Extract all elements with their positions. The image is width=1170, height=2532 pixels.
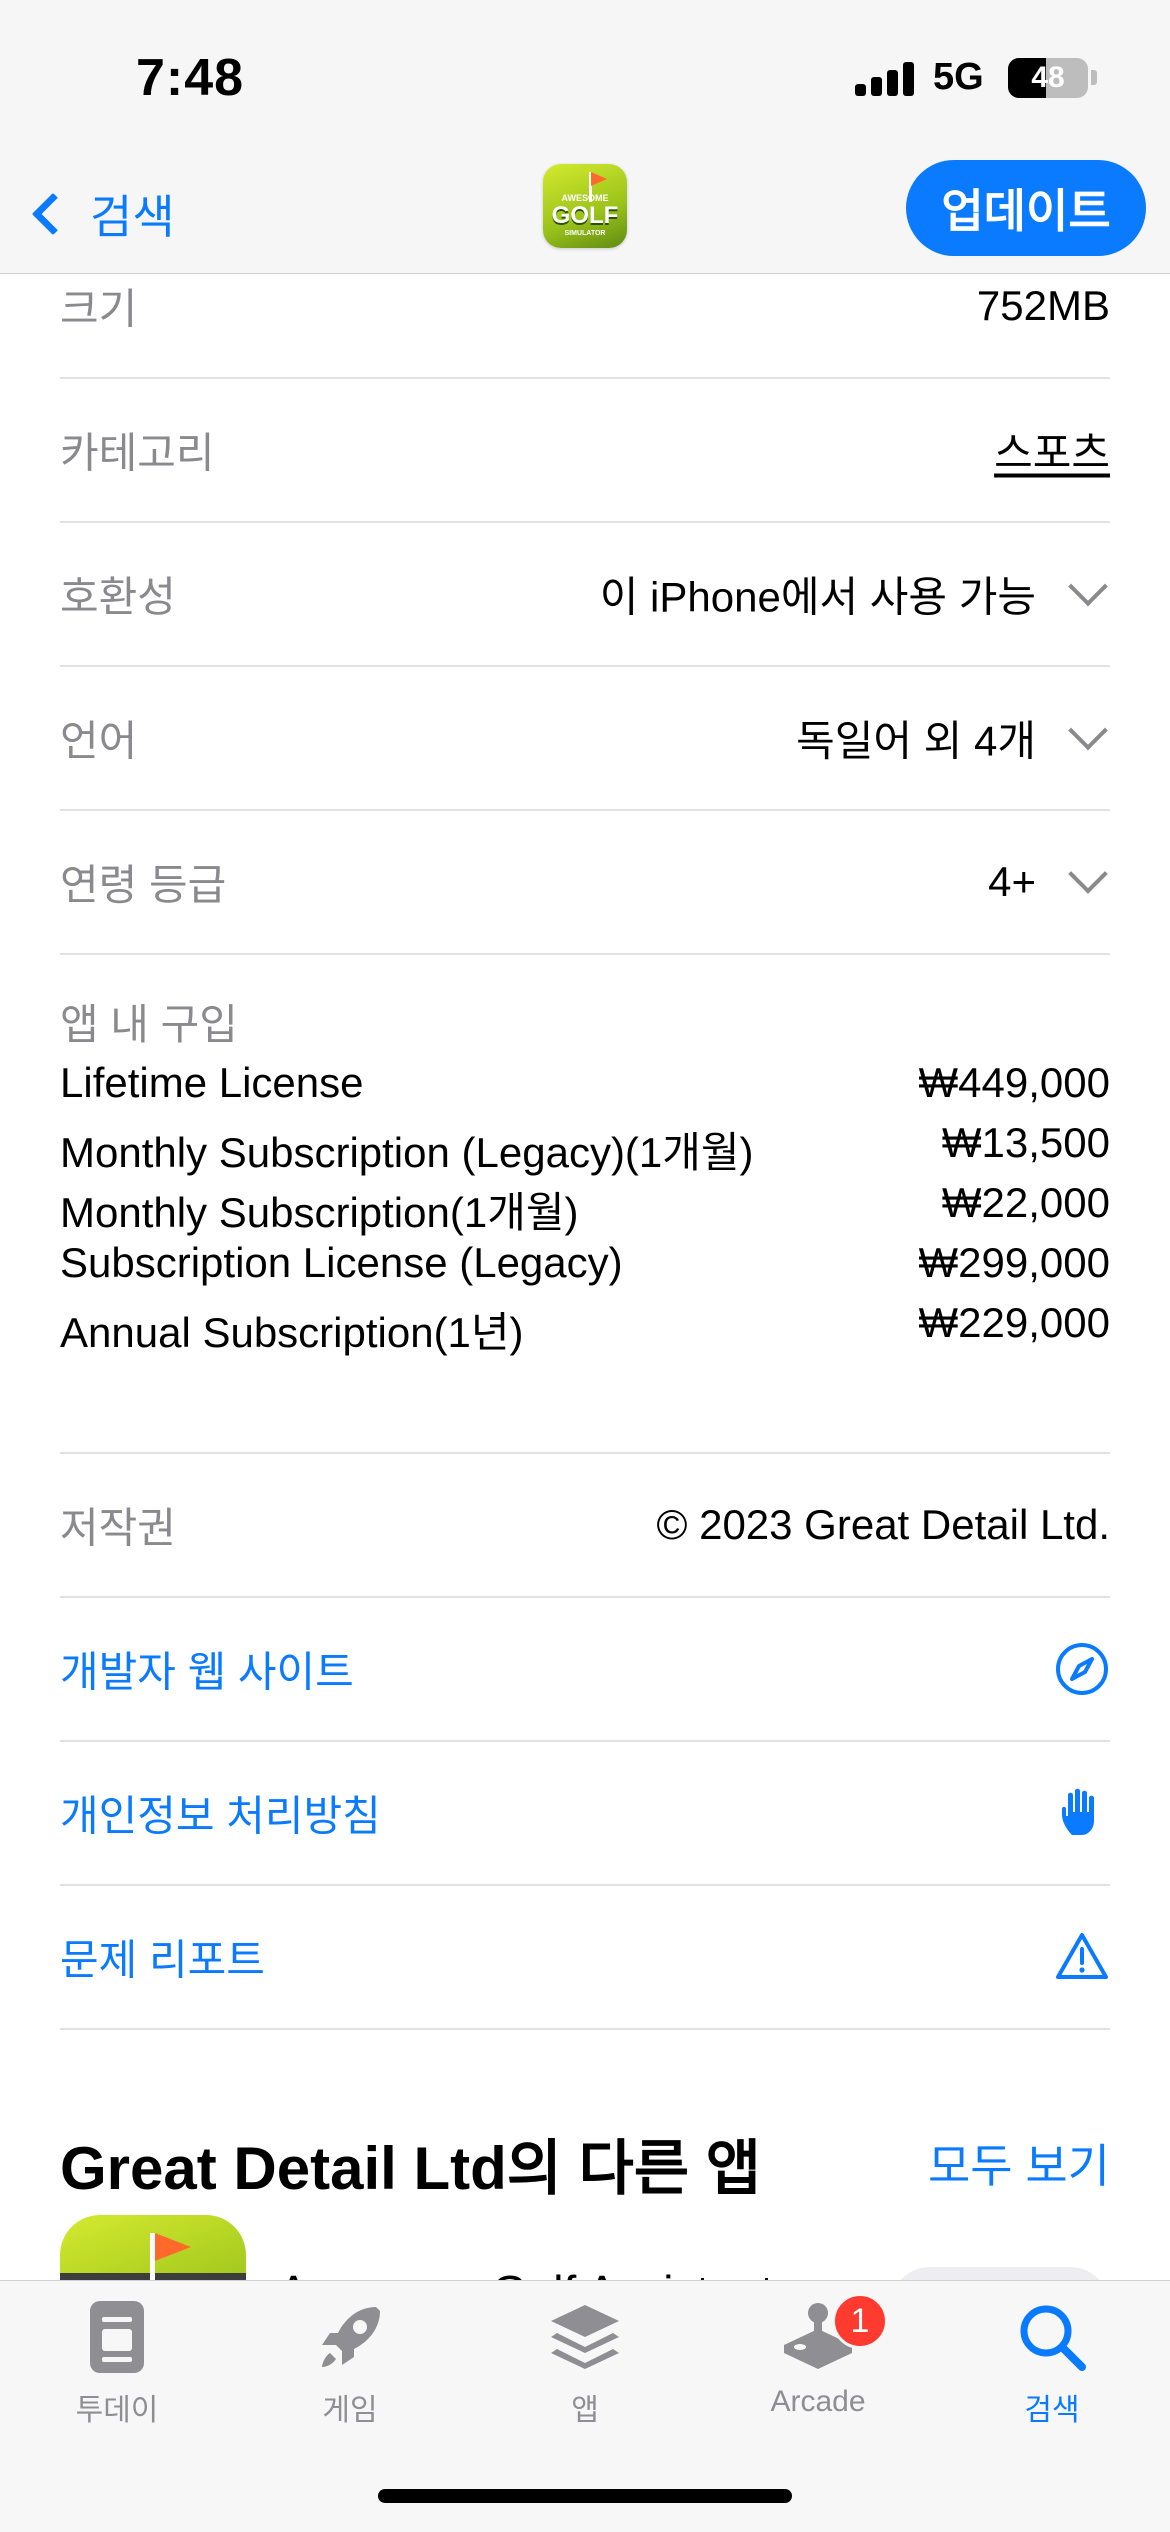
tab-today[interactable]: 투데이 bbox=[37, 2297, 197, 2437]
in-app-purchases: 앱 내 구입 Lifetime License ₩449,000 Monthly… bbox=[60, 993, 1110, 1356]
status-bar: 7:48 5G 48 bbox=[0, 0, 1170, 160]
info-value-wrap: 독일어 외 4개 bbox=[796, 708, 1110, 769]
iap-name: Monthly Subscription (Legacy)(1개월) bbox=[60, 1129, 754, 1176]
info-label: 크기 bbox=[60, 285, 138, 333]
link-label: 문제 리포트 bbox=[60, 1936, 265, 1984]
tab-label: Arcade bbox=[770, 2385, 866, 2418]
info-value: 이 iPhone에서 사용 가능 bbox=[599, 573, 1036, 621]
iap-price: ₩299,000 bbox=[918, 1239, 1110, 1286]
iap-item: Lifetime License ₩449,000 bbox=[60, 1059, 1110, 1119]
notification-badge: 1 bbox=[832, 2293, 888, 2349]
today-icon bbox=[90, 2301, 144, 2373]
related-app-name: Awesome Golf Assistant bbox=[278, 2265, 773, 2280]
iap-name: Annual Subscription(1년) bbox=[60, 1309, 524, 1356]
chevron-left-icon bbox=[31, 192, 75, 236]
battery-tip bbox=[1091, 70, 1097, 85]
rocket-icon bbox=[322, 2307, 380, 2367]
status-time: 7:48 bbox=[136, 49, 245, 107]
info-label: 카테고리 bbox=[60, 429, 215, 477]
iap-price: ₩449,000 bbox=[918, 1059, 1110, 1106]
tab-apps[interactable]: 앱 bbox=[505, 2297, 665, 2437]
info-value: 752MB bbox=[976, 282, 1110, 329]
iap-item: Subscription License (Legacy) ₩299,000 bbox=[60, 1239, 1110, 1299]
tab-search[interactable]: 검색 bbox=[972, 2297, 1132, 2437]
info-row-size: 크기 752MB bbox=[60, 275, 1110, 379]
iap-price: ₩22,000 bbox=[941, 1179, 1110, 1226]
chevron-down-icon bbox=[1068, 854, 1108, 894]
iap-price: ₩229,000 bbox=[918, 1299, 1110, 1346]
report-problem-link[interactable]: 문제 리포트 bbox=[60, 1886, 1110, 2030]
related-app-get-button[interactable] bbox=[890, 2267, 1110, 2280]
info-value: 4+ bbox=[988, 858, 1036, 905]
info-row-languages[interactable]: 언어 독일어 외 4개 bbox=[60, 667, 1110, 811]
info-label: 호환성 bbox=[60, 573, 176, 621]
app-information-section: 크기 752MB 카테고리 스포츠 호환성 이 iPhone에서 사용 가능 언… bbox=[0, 275, 1170, 2280]
battery-percentage: 48 bbox=[1031, 61, 1065, 94]
home-indicator bbox=[378, 2489, 792, 2503]
warning-icon bbox=[1056, 1933, 1108, 1979]
tab-games[interactable]: 게임 bbox=[270, 2297, 430, 2437]
tab-label: 게임 bbox=[322, 2394, 378, 2427]
info-value-wrap: 4+ bbox=[988, 854, 1110, 906]
search-icon bbox=[1020, 2305, 1086, 2371]
related-app-icon bbox=[60, 2215, 246, 2280]
back-button[interactable]: 검색 bbox=[24, 174, 175, 254]
iap-name: Lifetime License bbox=[60, 1059, 364, 1106]
info-value: © 2023 Great Detail Ltd. bbox=[656, 1501, 1110, 1548]
info-label: 언어 bbox=[60, 717, 138, 765]
navigation-bar: 검색 AWESOME GOLF SIMULATOR 업데이트 bbox=[0, 160, 1170, 274]
info-row-copyright: 저작권 © 2023 Great Detail Ltd. bbox=[60, 1454, 1110, 1598]
update-button[interactable]: 업데이트 bbox=[906, 160, 1146, 256]
tab-label: 투데이 bbox=[75, 2394, 159, 2427]
compass-icon bbox=[1056, 1643, 1108, 1695]
cellular-signal-icon bbox=[855, 62, 915, 96]
apps-stack-icon bbox=[551, 2305, 619, 2369]
back-button-label: 검색 bbox=[90, 191, 175, 243]
tab-label: 검색 bbox=[1024, 2394, 1080, 2427]
iap-item: Monthly Subscription (Legacy)(1개월) ₩13,5… bbox=[60, 1119, 1110, 1179]
info-label: 저작권 bbox=[60, 1504, 176, 1552]
info-label: 연령 등급 bbox=[60, 861, 227, 909]
info-row-category: 카테고리 스포츠 bbox=[60, 379, 1110, 523]
related-app-item[interactable]: Awesome Golf Assistant bbox=[60, 2215, 1110, 2280]
privacy-policy-link[interactable]: 개인정보 처리방침 bbox=[60, 1742, 1110, 1886]
chevron-down-icon bbox=[1068, 710, 1108, 750]
iap-title: 앱 내 구입 bbox=[60, 1001, 238, 1048]
iap-list: Lifetime License ₩449,000 Monthly Subscr… bbox=[60, 1059, 1110, 1359]
tab-label: 앱 bbox=[571, 2394, 599, 2427]
battery-icon: 48 bbox=[1008, 58, 1088, 98]
iap-name: Monthly Subscription(1개월) bbox=[60, 1189, 579, 1236]
chevron-down-icon bbox=[1068, 566, 1108, 606]
info-row-compatibility[interactable]: 호환성 이 iPhone에서 사용 가능 bbox=[60, 523, 1110, 667]
tab-arcade[interactable]: 1 Arcade bbox=[738, 2293, 898, 2437]
iap-name: Subscription License (Legacy) bbox=[60, 1239, 623, 1286]
network-type: 5G bbox=[933, 56, 984, 98]
hand-icon bbox=[1062, 1788, 1094, 1835]
more-apps-title: Great Detail Ltd의 다른 앱 bbox=[60, 2135, 761, 2202]
iap-item: Annual Subscription(1년) ₩229,000 bbox=[60, 1299, 1110, 1359]
tab-bar: 투데이 게임 앱 1 Arcade 검색 bbox=[0, 2280, 1170, 2532]
see-all-link[interactable]: 모두 보기 bbox=[928, 2130, 1110, 2196]
info-value: 독일어 외 4개 bbox=[796, 717, 1036, 765]
iap-price: ₩13,500 bbox=[941, 1119, 1110, 1166]
app-icon: AWESOME GOLF SIMULATOR bbox=[543, 164, 627, 248]
developer-website-link[interactable]: 개발자 웹 사이트 bbox=[60, 1598, 1110, 1742]
iap-item: Monthly Subscription(1개월) ₩22,000 bbox=[60, 1179, 1110, 1239]
info-value-wrap: 이 iPhone에서 사용 가능 bbox=[600, 564, 1110, 625]
info-row-age-rating[interactable]: 연령 등급 4+ bbox=[60, 811, 1110, 955]
link-label: 개인정보 처리방침 bbox=[60, 1792, 381, 1840]
category-link[interactable]: 스포츠 bbox=[994, 420, 1110, 481]
link-label: 개발자 웹 사이트 bbox=[60, 1648, 354, 1696]
